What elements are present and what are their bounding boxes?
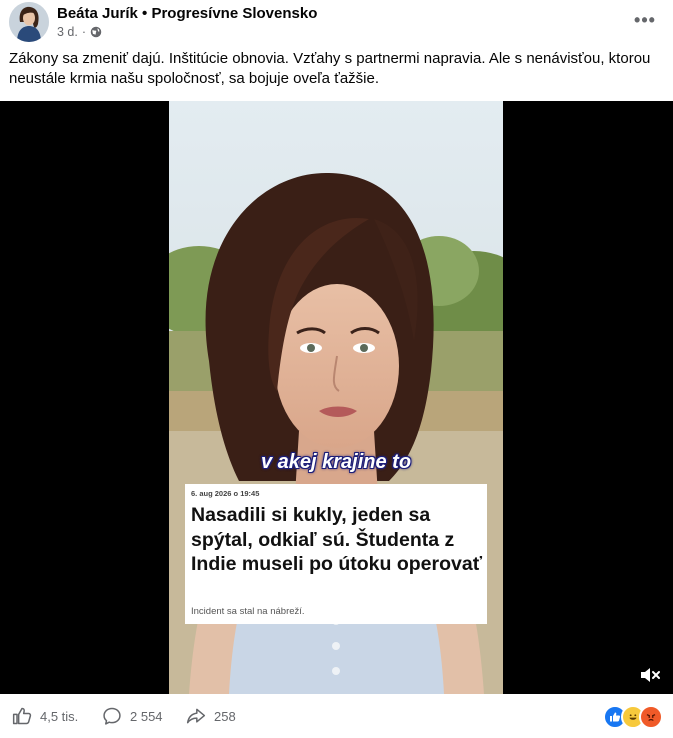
post-time[interactable]: 3 d. xyxy=(57,25,78,39)
thumbs-up-icon xyxy=(12,707,32,725)
share-button[interactable]: 258 xyxy=(186,698,236,734)
dot-separator: · xyxy=(81,25,87,39)
author-name[interactable]: Beáta Jurík • Progresívne Slovensko xyxy=(57,5,317,22)
news-card-title: Nasadili si kukly, jeden sa spýtal, odki… xyxy=(191,504,483,575)
news-card-date: 6. aug 2026 o 19:45 xyxy=(191,489,260,498)
angry-reaction-icon xyxy=(639,705,663,729)
comment-icon xyxy=(103,707,121,725)
reaction-summary[interactable] xyxy=(603,705,663,729)
like-count: 4,5 tis. xyxy=(40,708,79,724)
facebook-post: Beáta Jurík • Progresívne Slovensko 3 d.… xyxy=(0,0,673,738)
post-header: Beáta Jurík • Progresívne Slovensko 3 d.… xyxy=(0,0,673,44)
share-icon xyxy=(186,708,206,724)
globe-icon[interactable] xyxy=(90,26,102,38)
post-text: Zákony sa zmeniť dajú. Inštitúcie obnovi… xyxy=(9,50,651,87)
post-actions-bar: 4,5 tis. 2 554 258 xyxy=(0,698,673,734)
author-avatar[interactable] xyxy=(9,2,49,42)
share-count: 258 xyxy=(214,708,236,724)
comment-button[interactable]: 2 554 xyxy=(102,698,163,734)
comment-count: 2 554 xyxy=(130,708,163,724)
post-meta: 3 d. · xyxy=(57,25,102,39)
news-card-overlay: 6. aug 2026 o 19:45 Nasadili si kukly, j… xyxy=(185,484,487,624)
like-button[interactable]: 4,5 tis. xyxy=(12,698,78,734)
video-player[interactable]: v akej krajine to 6. aug 2026 o 19:45 Na… xyxy=(0,101,673,694)
video-subtitle: v akej krajine to xyxy=(260,451,412,473)
news-card-subtitle: Incident sa stal na nábreží. xyxy=(191,606,305,617)
more-options-icon[interactable]: ••• xyxy=(633,10,657,30)
video-frame[interactable]: v akej krajine to 6. aug 2026 o 19:45 Na… xyxy=(169,101,503,694)
speaker-muted-icon[interactable] xyxy=(638,663,662,687)
